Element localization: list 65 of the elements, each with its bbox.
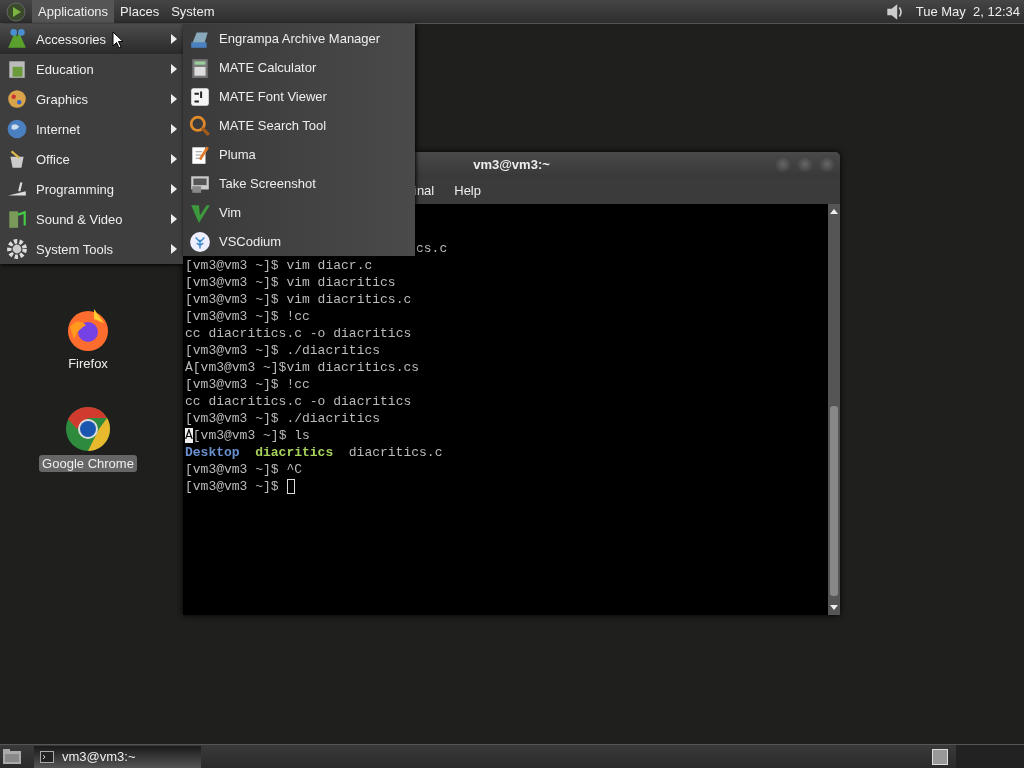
menu-item[interactable]: Accessories <box>0 24 183 54</box>
scrollbar[interactable] <box>828 204 840 615</box>
menu-item[interactable]: Pluma <box>183 140 415 169</box>
menu-item[interactable]: System Tools <box>0 234 183 264</box>
terminal-line: Desktop diacritics diacritics.c <box>185 444 443 461</box>
menu-item[interactable]: Take Screenshot <box>183 169 415 198</box>
clock[interactable]: Tue May 2, 12:34 <box>915 4 1020 19</box>
menu-item[interactable]: Sound & Video <box>0 204 183 234</box>
submenu-arrow-icon <box>171 184 177 194</box>
scroll-thumb[interactable] <box>830 406 838 596</box>
menu-item[interactable]: Programming <box>0 174 183 204</box>
menu-item[interactable]: Help <box>454 183 481 198</box>
terminal-icon <box>40 750 54 763</box>
menu-item[interactable]: MATE Search Tool <box>183 111 415 140</box>
menu-item[interactable]: Education <box>0 54 183 84</box>
chrome-icon[interactable] <box>64 405 112 453</box>
scroll-up-icon[interactable] <box>829 207 839 215</box>
menu-item[interactable]: MATE Calculator <box>183 53 415 82</box>
show-desktop-icon[interactable] <box>2 747 22 766</box>
panel-menu[interactable]: Places <box>114 0 166 24</box>
menu-item[interactable]: Graphics <box>0 84 183 114</box>
panel-menu[interactable]: System <box>165 0 221 24</box>
menu-logo-icon[interactable] <box>6 1 26 22</box>
cursor <box>286 479 295 494</box>
panel-menu[interactable]: Applications <box>32 0 115 24</box>
workspace-switcher[interactable] <box>932 748 948 765</box>
terminal-line: cs.c <box>416 240 448 257</box>
menu-item[interactable]: Vim <box>183 198 415 227</box>
submenu-arrow-icon <box>171 124 177 134</box>
terminal-line: [vm3@vm3 ~]$ !cc <box>185 308 310 325</box>
icon-label[interactable]: Firefox <box>65 355 111 372</box>
submenu-arrow-icon <box>171 94 177 104</box>
terminal-line: [vm3@vm3 ~]$ ./diacritics <box>185 342 381 359</box>
terminal-line: [vm3@vm3 ~]$ <box>185 478 279 495</box>
icon-label[interactable]: Google Chrome <box>39 455 137 472</box>
menu-item[interactable]: Engrampa Archive Manager <box>183 24 415 53</box>
scroll-down-icon[interactable] <box>829 604 839 612</box>
menu-item[interactable]: VSCodium <box>183 227 415 256</box>
mouse-pointer-icon <box>112 31 124 49</box>
internet-icon <box>6 118 28 140</box>
window-title: vm3@vm3:~ <box>473 157 550 172</box>
submenu-arrow-icon <box>171 244 177 254</box>
terminal-line: [vm3@vm3 ~]$ ./diacritics <box>185 410 381 427</box>
magnifier-icon <box>189 114 211 137</box>
terminal-line: cc diacritics.c -o diacritics <box>185 325 412 342</box>
calculator-icon <box>189 56 211 79</box>
terminal-line: [vm3@vm3 ~]$ !cc <box>185 376 310 393</box>
menu-item[interactable]: Internet <box>0 114 183 144</box>
submenu-arrow-icon <box>171 34 177 44</box>
submenu-arrow-icon <box>171 64 177 74</box>
terminal-line: [vm3@vm3 ~]$ vim diacritics.c <box>185 291 412 308</box>
task-button[interactable]: vm3@vm3:~ <box>34 745 201 768</box>
menu-item[interactable]: Office <box>0 144 183 174</box>
menu-item[interactable]: MATE Font Viewer <box>183 82 415 111</box>
submenu-arrow-icon <box>171 214 177 224</box>
graphics-icon <box>6 88 28 110</box>
terminal-line: Ȧ[vm3@vm3 ~]$vim diacritics.cs <box>185 359 420 376</box>
gear-icon <box>6 238 28 260</box>
terminal-line: cc diacritics.c -o diacritics <box>185 393 412 410</box>
terminal-line: [vm3@vm3 ~]$ vim diacritics <box>185 274 396 291</box>
workspace-switcher-tail[interactable] <box>956 744 1024 768</box>
submenu-arrow-icon <box>171 154 177 164</box>
terminal-line: [vm3@vm3 ~]$ vim diacr.c <box>185 257 373 274</box>
menu-item[interactable]: inal <box>414 183 435 198</box>
terminal-line: [vm3@vm3 ~]$ ^C <box>185 461 303 478</box>
